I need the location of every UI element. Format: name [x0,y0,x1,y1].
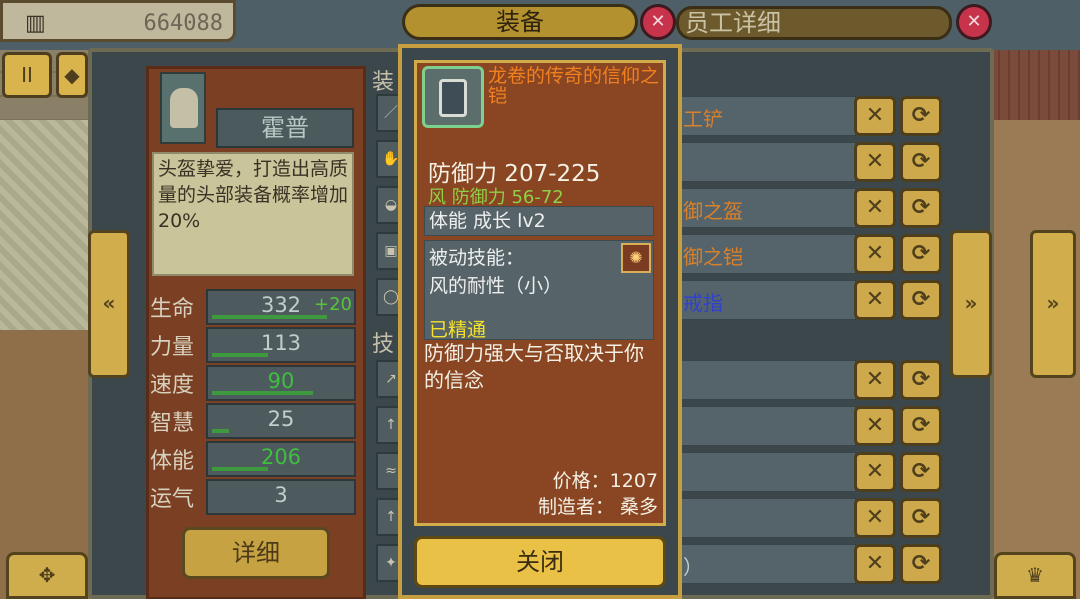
stat-bar: 332 +20 [206,289,356,325]
equip-header: 装 [372,70,395,95]
swap-icon[interactable]: ⟳ [900,406,942,446]
remove-icon[interactable]: ✕ [854,544,896,584]
stat-bar: 3 [206,479,356,515]
list-item-label: 御之铠 [683,245,743,269]
swap-icon[interactable]: ⟳ [900,544,942,584]
money-bar: ▥ 664088 [0,0,236,42]
stat-fill [212,315,327,319]
remove-icon[interactable]: ✕ [854,360,896,400]
remove-icon[interactable]: ✕ [854,280,896,320]
remove-icon[interactable]: ✕ [854,96,896,136]
swap-icon[interactable]: ⟳ [900,360,942,400]
close-detail-icon[interactable]: ✕ [956,4,992,40]
remove-icon[interactable]: ✕ [854,406,896,446]
swap-icon[interactable]: ⟳ [900,452,942,492]
remove-icon[interactable]: ✕ [854,452,896,492]
pause-button[interactable]: II [2,52,52,98]
prev-employee-arrow-icon[interactable]: « [88,230,130,378]
skill-header: 技 [372,332,395,357]
list-item [660,142,856,182]
passive-skill-box: 被动技能： ✺ 风的耐性（小） 已精通 [424,240,654,341]
list-item [660,498,856,538]
swap-icon[interactable]: ⟳ [900,280,942,320]
item-flavor-text: 防御力强大与否取决于你的信念 [424,341,644,392]
background-shelf [990,50,1080,120]
stat-fill [212,353,268,357]
stat-fill [212,467,268,471]
list-item: 御之盔 [660,188,856,228]
swap-icon[interactable]: ⟳ [900,96,942,136]
next-employee-arrow-icon[interactable]: » [1030,230,1076,378]
employee-portrait [160,72,206,144]
list-item: ） [660,544,856,584]
dpad-icon[interactable]: ✥ [6,552,88,599]
list-item: 御之铠 [660,234,856,274]
swap-icon[interactable]: ⟳ [900,142,942,182]
list-item [660,360,856,400]
money-amount: 664088 [143,11,223,36]
equipment-title: 装备 [402,4,638,40]
stat-label: 智慧 [150,411,195,436]
stat-row: 运气 3 [150,479,360,515]
next-page-arrow-icon[interactable]: » [950,230,992,378]
stat-bar: 206 [206,441,356,477]
stat-row: 体能 206 [150,441,360,477]
remove-icon[interactable]: ✕ [854,498,896,538]
stat-fill [212,391,313,395]
swap-icon[interactable]: ⟳ [900,234,942,274]
list-item [660,452,856,492]
stat-label: 体能 [150,449,195,474]
remove-icon[interactable]: ✕ [854,188,896,228]
stat-label: 力量 [150,335,195,360]
list-item [660,406,856,446]
stat-fill [212,429,229,433]
stat-row: 生命 332 +20 [150,289,360,325]
stat-bar: 113 [206,327,356,363]
stat-label: 生命 [150,297,195,322]
wind-skill-icon: ✺ [621,243,651,273]
swap-icon[interactable]: ⟳ [900,498,942,538]
item-name: 龙卷的传奇的信仰之铠 [488,65,660,107]
employee-detail-title: 员工详细 [676,6,952,40]
stat-value: 3 [274,483,288,507]
stat-bar: 25 [206,403,356,439]
list-item: 戒指 [660,280,856,320]
close-equipment-icon[interactable]: ✕ [640,4,676,40]
list-item-label: ） [683,555,703,579]
growth-stat: 体能 成长 lv2 [424,206,654,236]
stat-value: 25 [267,407,295,431]
remove-icon[interactable]: ✕ [854,142,896,182]
employee-name: 霍普 [216,108,354,148]
stat-label: 运气 [150,487,195,512]
list-item: 工铲 [660,96,856,136]
crown-icon[interactable]: ♛ [994,552,1076,599]
stat-label: 速度 [150,373,195,398]
armor-item-icon [422,66,484,128]
stat-bar: 90 [206,365,356,401]
list-item-label: 戒指 [683,291,723,315]
item-maker: 制造者： 桑多 [537,496,658,518]
item-price: 价格：1207 [552,470,658,492]
stat-row: 力量 113 [150,327,360,363]
swap-icon[interactable]: ⟳ [900,188,942,228]
employee-description: 头盔挚爱，打造出高质量的头部装备概率增加20% [152,152,354,276]
passive-skill-name: 风的耐性（小） [429,275,563,297]
detail-button[interactable]: 详细 [182,527,330,579]
knight-avatar-icon [170,88,198,128]
close-button[interactable]: 关闭 [414,536,666,588]
passive-skill-title: 被动技能： [429,247,525,269]
skill-mastered-status: 已精通 [429,319,487,341]
stat-row: 智慧 25 [150,403,360,439]
list-item-label: 工铲 [683,107,723,131]
bank-icon: ▥ [25,11,46,36]
stat-row: 速度 90 [150,365,360,401]
list-item-label: 御之盔 [683,199,743,223]
settings-button[interactable]: ◆ [56,52,88,98]
armor-icon [439,79,467,117]
remove-icon[interactable]: ✕ [854,234,896,274]
